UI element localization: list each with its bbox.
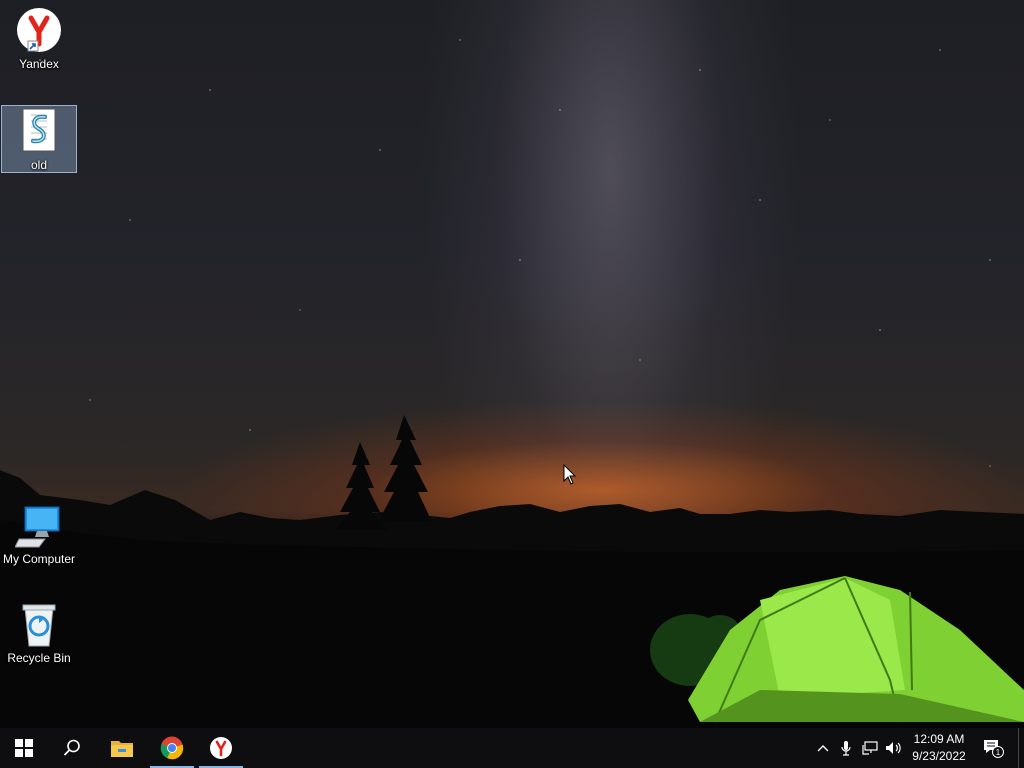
- start-button[interactable]: [0, 728, 48, 768]
- desktop-icon-label: Recycle Bin: [7, 651, 71, 665]
- tray-clock[interactable]: 12:09 AM 9/23/2022: [904, 731, 974, 765]
- microphone-icon: [841, 741, 851, 756]
- desktop-icon-label: Yandex: [19, 57, 59, 71]
- search-icon: [63, 739, 80, 756]
- desktop-icon-label: My Computer: [2, 552, 76, 566]
- search-button[interactable]: [48, 728, 96, 768]
- tray-volume[interactable]: [883, 728, 905, 768]
- recycle-bin-icon: [22, 604, 56, 647]
- desktop-icon-my-computer[interactable]: My Computer: [1, 503, 77, 571]
- yandex-icon: [17, 8, 61, 52]
- speaker-icon: [886, 742, 901, 754]
- yandex-icon: [210, 737, 232, 759]
- mouse-cursor-icon: [563, 464, 577, 485]
- network-icon: [862, 741, 878, 755]
- tray-show-hidden[interactable]: [812, 728, 834, 768]
- computer-icon: [15, 506, 60, 548]
- desktop-icon-recycle-bin[interactable]: Recycle Bin: [1, 602, 77, 670]
- taskbar-google-chrome[interactable]: [148, 728, 196, 768]
- action-center-button[interactable]: 1: [981, 728, 1005, 768]
- chevron-up-icon: [817, 745, 829, 752]
- notification-icon: 1: [984, 740, 1004, 758]
- glowing-tent: [688, 576, 1024, 723]
- taskbar-yandex[interactable]: [197, 728, 245, 768]
- desktop-icon-label: old: [30, 158, 47, 172]
- desktop[interactable]: Yandex old My Computer Recycle Bin: [0, 0, 1024, 728]
- clock-date: 9/23/2022: [912, 749, 966, 763]
- taskbar: 12:09 AM 9/23/2022 1: [0, 728, 1024, 768]
- folder-icon: [111, 741, 133, 757]
- script-file-icon: [22, 108, 56, 152]
- desktop-icon-old[interactable]: old: [1, 105, 77, 173]
- tray-microphone[interactable]: [835, 728, 857, 768]
- tray-network[interactable]: [859, 728, 881, 768]
- windows-logo-icon: [15, 739, 33, 757]
- desktop-icon-yandex[interactable]: Yandex: [1, 6, 77, 74]
- taskbar-file-explorer[interactable]: [98, 728, 146, 768]
- show-desktop-button[interactable]: [1018, 728, 1024, 768]
- notification-count: 1: [996, 748, 1001, 757]
- clock-time: 12:09 AM: [913, 732, 965, 746]
- chrome-icon: [160, 736, 184, 760]
